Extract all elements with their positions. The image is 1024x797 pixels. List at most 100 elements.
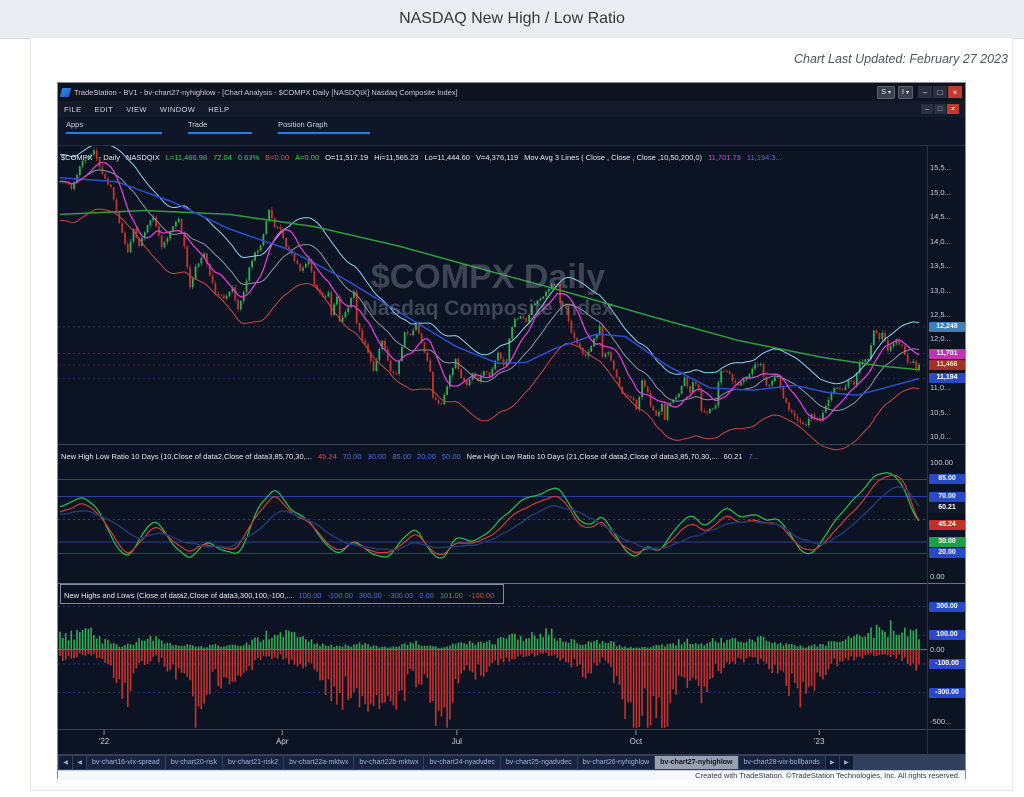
text-segment: NASDQIX (126, 153, 160, 162)
toolbar-group-label: Apps (66, 120, 162, 129)
axis-label: 10,0... (930, 432, 951, 441)
minimize-button[interactable]: – (921, 104, 933, 114)
toolbar-underline (278, 132, 370, 134)
x-axis-label: '23 (806, 737, 832, 746)
axis-price-tag: 11,701 (929, 349, 965, 359)
axis-price-tag: -300.00 (929, 688, 965, 698)
chart-tab-bv-chart21-risk2[interactable]: bv-chart21-risk2 (223, 756, 283, 769)
chart-tab-bv-chart28-vix-bollbands[interactable]: bv-chart28-vix-bollbands (739, 756, 825, 769)
text-segment: 300.00 (359, 591, 382, 600)
pane-divider[interactable] (58, 444, 965, 445)
chart-tab-bv-chart22a-mktwx[interactable]: bv-chart22a-mktwx (284, 756, 353, 769)
text-segment: O=11,517.19 (325, 153, 368, 162)
axis-divider (58, 729, 965, 730)
toolbar-group-trade[interactable]: Trade (188, 120, 252, 134)
axis-price-tag: 70.00 (929, 492, 965, 502)
text-segment: New High Low Ratio 10 Days (10,Close of … (61, 452, 312, 461)
chart-tab-bv-chart22b-mktwx[interactable]: bv-chart22b-mktwx (354, 756, 423, 769)
x-axis-label: '22 (91, 737, 117, 746)
axis-price-tag: 100.00 (929, 630, 965, 640)
chart-tab-bv-chart24-nyadvdec[interactable]: bv-chart24-nyadvdec (424, 756, 499, 769)
menu-item-file[interactable]: FILE (64, 105, 81, 114)
chart-tab-bv-chart16-vix-spread[interactable]: bv-chart16-vix-spread (87, 756, 165, 769)
text-segment: Mov Avg 3 Lines ( Close , Close , Close … (524, 153, 702, 162)
text-segment: -300.00 (388, 591, 413, 600)
text-segment: - Daily (99, 153, 120, 162)
toolbar-group-apps[interactable]: Apps (66, 120, 162, 134)
highs-lows-pane-header: New Highs and Lows (Close of data2,Close… (60, 584, 504, 604)
tab-scroll-right-icon[interactable]: ▶ (840, 756, 853, 769)
text-segment: 72.04 (213, 153, 232, 162)
axis-price-tag: 30.00 (929, 537, 965, 547)
chart-tab-strip: ◀◀bv-chart16-vix-spreadbv-chart20-riskbv… (58, 754, 965, 770)
tab-scroll-left-icon[interactable]: ◀ (59, 756, 72, 769)
text-segment: 100.00 (298, 591, 321, 600)
text-segment: 0.63% (238, 153, 259, 162)
menu-item-help[interactable]: HELP (208, 105, 229, 114)
titlebar-dropdown-i[interactable]: I▾ (898, 86, 913, 99)
text-segment: -100.00 (327, 591, 352, 600)
toolbar-underline (188, 132, 252, 134)
axis-price-tag: 11,466 (929, 360, 965, 370)
text-segment: 11,194.3... (747, 153, 782, 162)
toolbar-group-label: Trade (188, 120, 252, 129)
highs-lows-header-text: New Highs and Lows (Close of data2,Close… (64, 585, 500, 602)
titlebar-dropdown-s[interactable]: S▾ (877, 86, 895, 99)
axis-label: 15,5... (930, 163, 951, 172)
chart-tab-bv-chart20-risk[interactable]: bv-chart20-risk (166, 756, 222, 769)
tab-scroll-left-icon[interactable]: ◀ (73, 756, 86, 769)
text-segment: 101.00 (440, 591, 463, 600)
axis-label: 13,5... (930, 261, 951, 270)
close-button[interactable]: × (947, 104, 959, 114)
toolbar-group-position-graph[interactable]: Position Graph (278, 120, 370, 134)
text-segment: V=4,376,119 (476, 153, 518, 162)
menu-item-view[interactable]: VIEW (126, 105, 147, 114)
menu-item-edit[interactable]: EDIT (94, 105, 113, 114)
minimize-button[interactable]: – (918, 86, 932, 98)
last-updated-note: Chart Last Updated: February 27 2023 (794, 52, 1008, 66)
maximize-button[interactable]: □ (933, 86, 947, 98)
chart-tab-bv-chart27-nyhighlow[interactable]: bv-chart27-nyhighlow (655, 756, 737, 769)
text-segment: 70.00 (343, 452, 362, 461)
axis-label: 0.00 (930, 645, 945, 654)
text-segment: L=11,466.98 (166, 153, 207, 162)
window-controls: –□× (917, 86, 962, 98)
axis-label: 15,0... (930, 188, 951, 197)
axis-label: 0.00 (930, 572, 945, 581)
text-segment: Hi=11,565.23 (374, 153, 418, 162)
axis-price-tag: 12,248 (929, 322, 965, 332)
price-axis[interactable]: 15,5...15,0...14,5...14,0...13,5...13,0.… (927, 146, 965, 754)
axis-price-tag: 20.00 (929, 548, 965, 558)
window-title: TradeStation - BV1 - bv-chart27-nyhighlo… (74, 88, 873, 97)
axis-label: 12,5... (930, 310, 951, 319)
text-segment: 30.00 (368, 452, 387, 461)
chart-tab-bv-chart25-ngadvdec[interactable]: bv-chart25-ngadvdec (501, 756, 577, 769)
dropdown-label: I (902, 89, 904, 96)
axis-price-tag: 45.24 (929, 520, 965, 530)
axis-price-tag: 60.21 (929, 503, 965, 513)
caret-down-icon: ▾ (906, 89, 909, 96)
x-axis-label: Jul (444, 737, 470, 746)
credit-text: Created with TradeStation. ©TradeStation… (695, 771, 960, 780)
chart-area[interactable]: $COMPX Daily Nasdaq Composite Index $COM… (58, 146, 965, 754)
maximize-button[interactable]: □ (934, 104, 946, 114)
ratio-pane-header: New High Low Ratio 10 Days (10,Close of … (61, 446, 765, 464)
window-titlebar[interactable]: TradeStation - BV1 - bv-chart27-nyhighlo… (58, 83, 965, 101)
pane-divider-green[interactable] (58, 583, 965, 584)
menu-items: FILE EDIT VIEW WINDOW HELP (64, 105, 920, 114)
caret-down-icon: ▾ (888, 89, 891, 96)
tab-scroll-right-icon[interactable]: ▶ (826, 756, 839, 769)
text-segment: 60.21 (724, 452, 743, 461)
text-segment: 11,701.73 (708, 153, 741, 162)
axis-label: 11,0... (930, 383, 950, 392)
text-segment: A=0.00 (295, 153, 319, 162)
chart-tab-bv-chart26-nyhighlow[interactable]: bv-chart26-nyhighlow (578, 756, 655, 769)
menu-item-window[interactable]: WINDOW (160, 105, 195, 114)
child-window-controls: –□× (920, 104, 959, 114)
close-button[interactable]: × (948, 86, 962, 98)
x-axis-label: Apr (269, 737, 295, 746)
axis-price-tag: 85.00 (929, 474, 965, 484)
axis-label: 13,0... (930, 286, 951, 295)
page-title: NASDAQ New High / Low Ratio (399, 10, 625, 28)
menu-bar: FILE EDIT VIEW WINDOW HELP –□× (58, 101, 965, 117)
